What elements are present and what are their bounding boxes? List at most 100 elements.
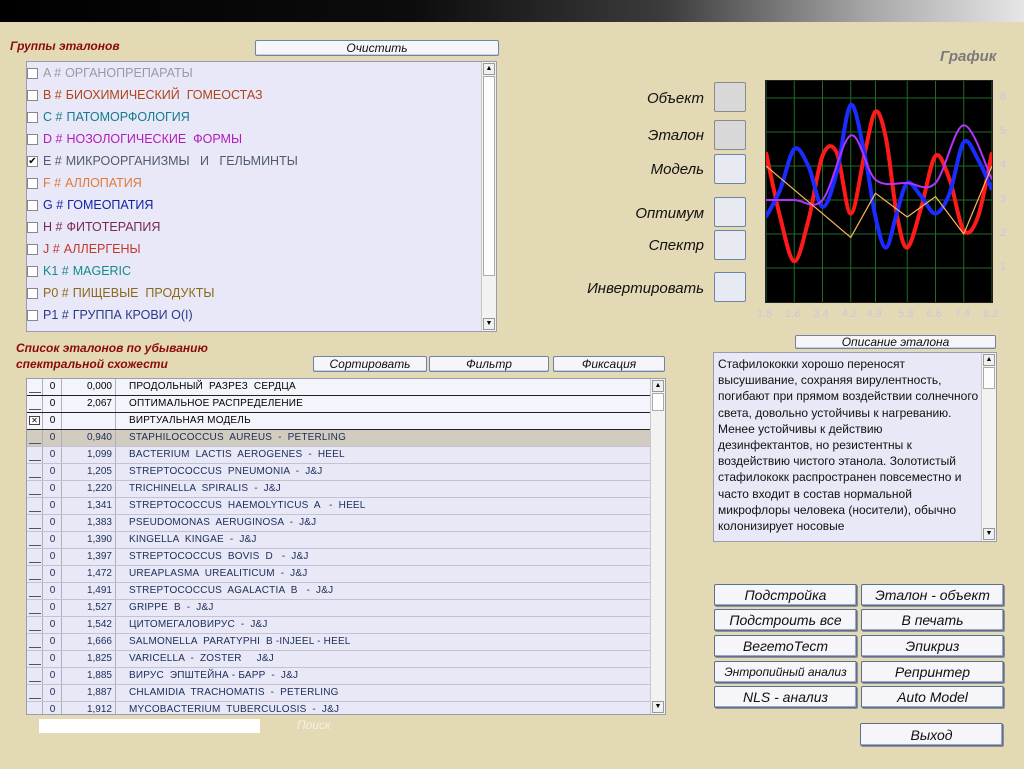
- vegetotest-button[interactable]: ВегетоТест: [714, 635, 857, 657]
- object-toggle[interactable]: [714, 82, 746, 112]
- description-scrollbar[interactable]: ▲ ▼: [981, 353, 996, 541]
- sort-button[interactable]: Сортировать: [313, 356, 427, 372]
- row-marker[interactable]: ✕: [27, 413, 43, 429]
- row-marker[interactable]: [27, 685, 43, 701]
- adjust-all-button[interactable]: Подстроить все: [714, 609, 857, 631]
- row-marker[interactable]: [27, 430, 43, 446]
- table-row[interactable]: 0 1,390 KINGELLA KINGAE - J&J: [27, 532, 651, 549]
- optimum-toggle[interactable]: [714, 197, 746, 227]
- scroll-up-icon[interactable]: ▲: [483, 63, 495, 75]
- row-marker[interactable]: [27, 464, 43, 480]
- fix-button[interactable]: Фиксация: [553, 356, 665, 372]
- checkbox-icon[interactable]: [27, 221, 38, 233]
- epicrisis-button[interactable]: Эпикриз: [861, 635, 1004, 657]
- group-item[interactable]: G # ГОМЕОПАТИЯ: [27, 194, 153, 216]
- checkbox-icon[interactable]: [27, 199, 38, 211]
- row-marker[interactable]: [27, 498, 43, 514]
- group-item[interactable]: A # ОРГАНОПРЕПАРАТЫ: [27, 62, 193, 84]
- table-row[interactable]: 0 1,825 VARICELLA - ZOSTER J&J: [27, 651, 651, 668]
- row-marker[interactable]: [27, 379, 43, 395]
- model-toggle[interactable]: [714, 154, 746, 184]
- row-marker[interactable]: [27, 583, 43, 599]
- checkbox-icon[interactable]: [27, 309, 38, 321]
- table-row[interactable]: 0 1,887 CHLAMIDIA TRACHOMATIS - PETERLING: [27, 685, 651, 702]
- checkbox-icon[interactable]: [27, 243, 38, 255]
- row-marker[interactable]: [27, 396, 43, 412]
- search-input[interactable]: [39, 719, 260, 733]
- table-row[interactable]: ✕ 0 ВИРТУАЛЬНАЯ МОДЕЛЬ: [27, 413, 651, 430]
- group-item[interactable]: H # ФИТОТЕРАПИЯ: [27, 216, 160, 238]
- table-row[interactable]: 0 1,341 STREPTOCOCCUS HAEMOLYTICUS A - HEE…: [27, 498, 651, 515]
- etalon-object-button[interactable]: Эталон - объект: [861, 584, 1004, 606]
- table-row[interactable]: 0 1,912 MYCOBACTERIUM TUBERCULOSIS - J&J: [27, 702, 651, 714]
- etalon-toggle[interactable]: [714, 120, 746, 150]
- table-row[interactable]: 0 0,940 STAPHILOCOCCUS AUREUS - PETERLING: [27, 430, 651, 447]
- invert-toggle[interactable]: [714, 272, 746, 302]
- row-marker[interactable]: [27, 481, 43, 497]
- entropy-analysis-button[interactable]: Энтропийный анализ: [714, 661, 857, 683]
- scroll-thumb[interactable]: [983, 367, 995, 389]
- row-marker[interactable]: [27, 634, 43, 650]
- table-row[interactable]: 0 1,491 STREPTOCOCCUS AGALACTIA B - J&J: [27, 583, 651, 600]
- description-button[interactable]: Описание эталона: [795, 335, 996, 349]
- row-marker[interactable]: [27, 668, 43, 684]
- checkbox-checked-icon[interactable]: ✔: [27, 155, 38, 167]
- group-item[interactable]: P1 # ГРУППА КРОВИ О(I): [27, 304, 193, 326]
- row-marker[interactable]: [27, 651, 43, 667]
- checkbox-icon[interactable]: [27, 177, 38, 189]
- reprinter-button[interactable]: Репринтер: [861, 661, 1004, 683]
- table-row[interactable]: 0 1,205 STREPTOCOCCUS PNEUMONIA - J&J: [27, 464, 651, 481]
- table-row[interactable]: 0 2,067 ОПТИМАЛЬНОЕ РАСПРЕДЕЛЕНИЕ: [27, 396, 651, 413]
- checkbox-icon[interactable]: [27, 133, 38, 145]
- row-marker[interactable]: [27, 600, 43, 616]
- scroll-down-icon[interactable]: ▼: [483, 318, 495, 330]
- checkbox-icon[interactable]: [27, 111, 38, 123]
- group-item[interactable]: ✔ E # МИКРООРГАНИЗМЫ И ГЕЛЬМИНТЫ: [27, 150, 298, 172]
- spectrum-toggle[interactable]: [714, 230, 746, 260]
- table-row[interactable]: 0 1,220 TRICHINELLA SPIRALIS - J&J: [27, 481, 651, 498]
- group-item[interactable]: B # БИОХИМИЧЕСКИЙ ГОМЕОСТАЗ: [27, 84, 263, 106]
- table-row[interactable]: 0 1,542 ЦИТОМЕГАЛОВИРУС - J&J: [27, 617, 651, 634]
- scroll-down-icon[interactable]: ▼: [983, 528, 995, 540]
- table-row[interactable]: 0 1,472 UREAPLASMA UREALITICUM - J&J: [27, 566, 651, 583]
- checkbox-icon[interactable]: [27, 332, 38, 333]
- row-marker[interactable]: [27, 447, 43, 463]
- checkbox-icon[interactable]: [27, 265, 38, 277]
- row-marker[interactable]: [27, 617, 43, 633]
- checkbox-icon[interactable]: [27, 67, 38, 79]
- row-marker[interactable]: [27, 549, 43, 565]
- exit-button[interactable]: Выход: [860, 723, 1003, 746]
- scroll-up-icon[interactable]: ▲: [983, 354, 995, 366]
- group-item[interactable]: C # ПАТОМОРФОЛОГИЯ: [27, 106, 190, 128]
- row-marker[interactable]: [27, 566, 43, 582]
- group-item[interactable]: P2 # ГРУППА КРОВИ А(II): [27, 326, 195, 333]
- print-button[interactable]: В печать: [861, 609, 1004, 631]
- group-item[interactable]: J # АЛЛЕРГЕНЫ: [27, 238, 141, 260]
- table-row[interactable]: 0 1,397 STREPTOCOCCUS BOVIS D - J&J: [27, 549, 651, 566]
- group-item[interactable]: K1 # MAGERIC: [27, 260, 131, 282]
- group-item[interactable]: P0 # ПИЩЕВЫЕ ПРОДУКТЫ: [27, 282, 214, 304]
- scroll-up-icon[interactable]: ▲: [652, 380, 664, 392]
- row-marker[interactable]: [27, 532, 43, 548]
- row-marker[interactable]: [27, 515, 43, 531]
- auto-model-button[interactable]: Auto Model: [861, 686, 1004, 708]
- clear-button[interactable]: Очистить: [255, 40, 499, 56]
- table-row[interactable]: 0 1,666 SALMONELLA PARATYPHI B -INJEEL - H…: [27, 634, 651, 651]
- scroll-thumb[interactable]: [652, 393, 664, 411]
- table-scrollbar[interactable]: ▲ ▼: [650, 379, 665, 714]
- groups-scrollbar[interactable]: ▲ ▼: [481, 62, 496, 331]
- adjust-button[interactable]: Подстройка: [714, 584, 857, 606]
- scroll-thumb[interactable]: [483, 76, 495, 276]
- row-marker[interactable]: [27, 702, 43, 714]
- checkbox-icon[interactable]: [27, 287, 38, 299]
- table-row[interactable]: 0 1,527 GRIPPE B - J&J: [27, 600, 651, 617]
- table-row[interactable]: 0 1,383 PSEUDOMONAS AERUGINOSA - J&J: [27, 515, 651, 532]
- scroll-down-icon[interactable]: ▼: [652, 701, 664, 713]
- group-item[interactable]: D # НОЗОЛОГИЧЕСКИЕ ФОРМЫ: [27, 128, 242, 150]
- table-row[interactable]: 0 0,000 ПРОДОЛЬНЫЙ РАЗРЕЗ СЕРДЦА: [27, 379, 651, 396]
- checkbox-icon[interactable]: [27, 89, 38, 101]
- group-item[interactable]: F # АЛЛОПАТИЯ: [27, 172, 142, 194]
- nls-analysis-button[interactable]: NLS - анализ: [714, 686, 857, 708]
- table-row[interactable]: 0 1,099 BACTERIUM LACTIS AEROGENES - HEEL: [27, 447, 651, 464]
- filter-button[interactable]: Фильтр: [429, 356, 549, 372]
